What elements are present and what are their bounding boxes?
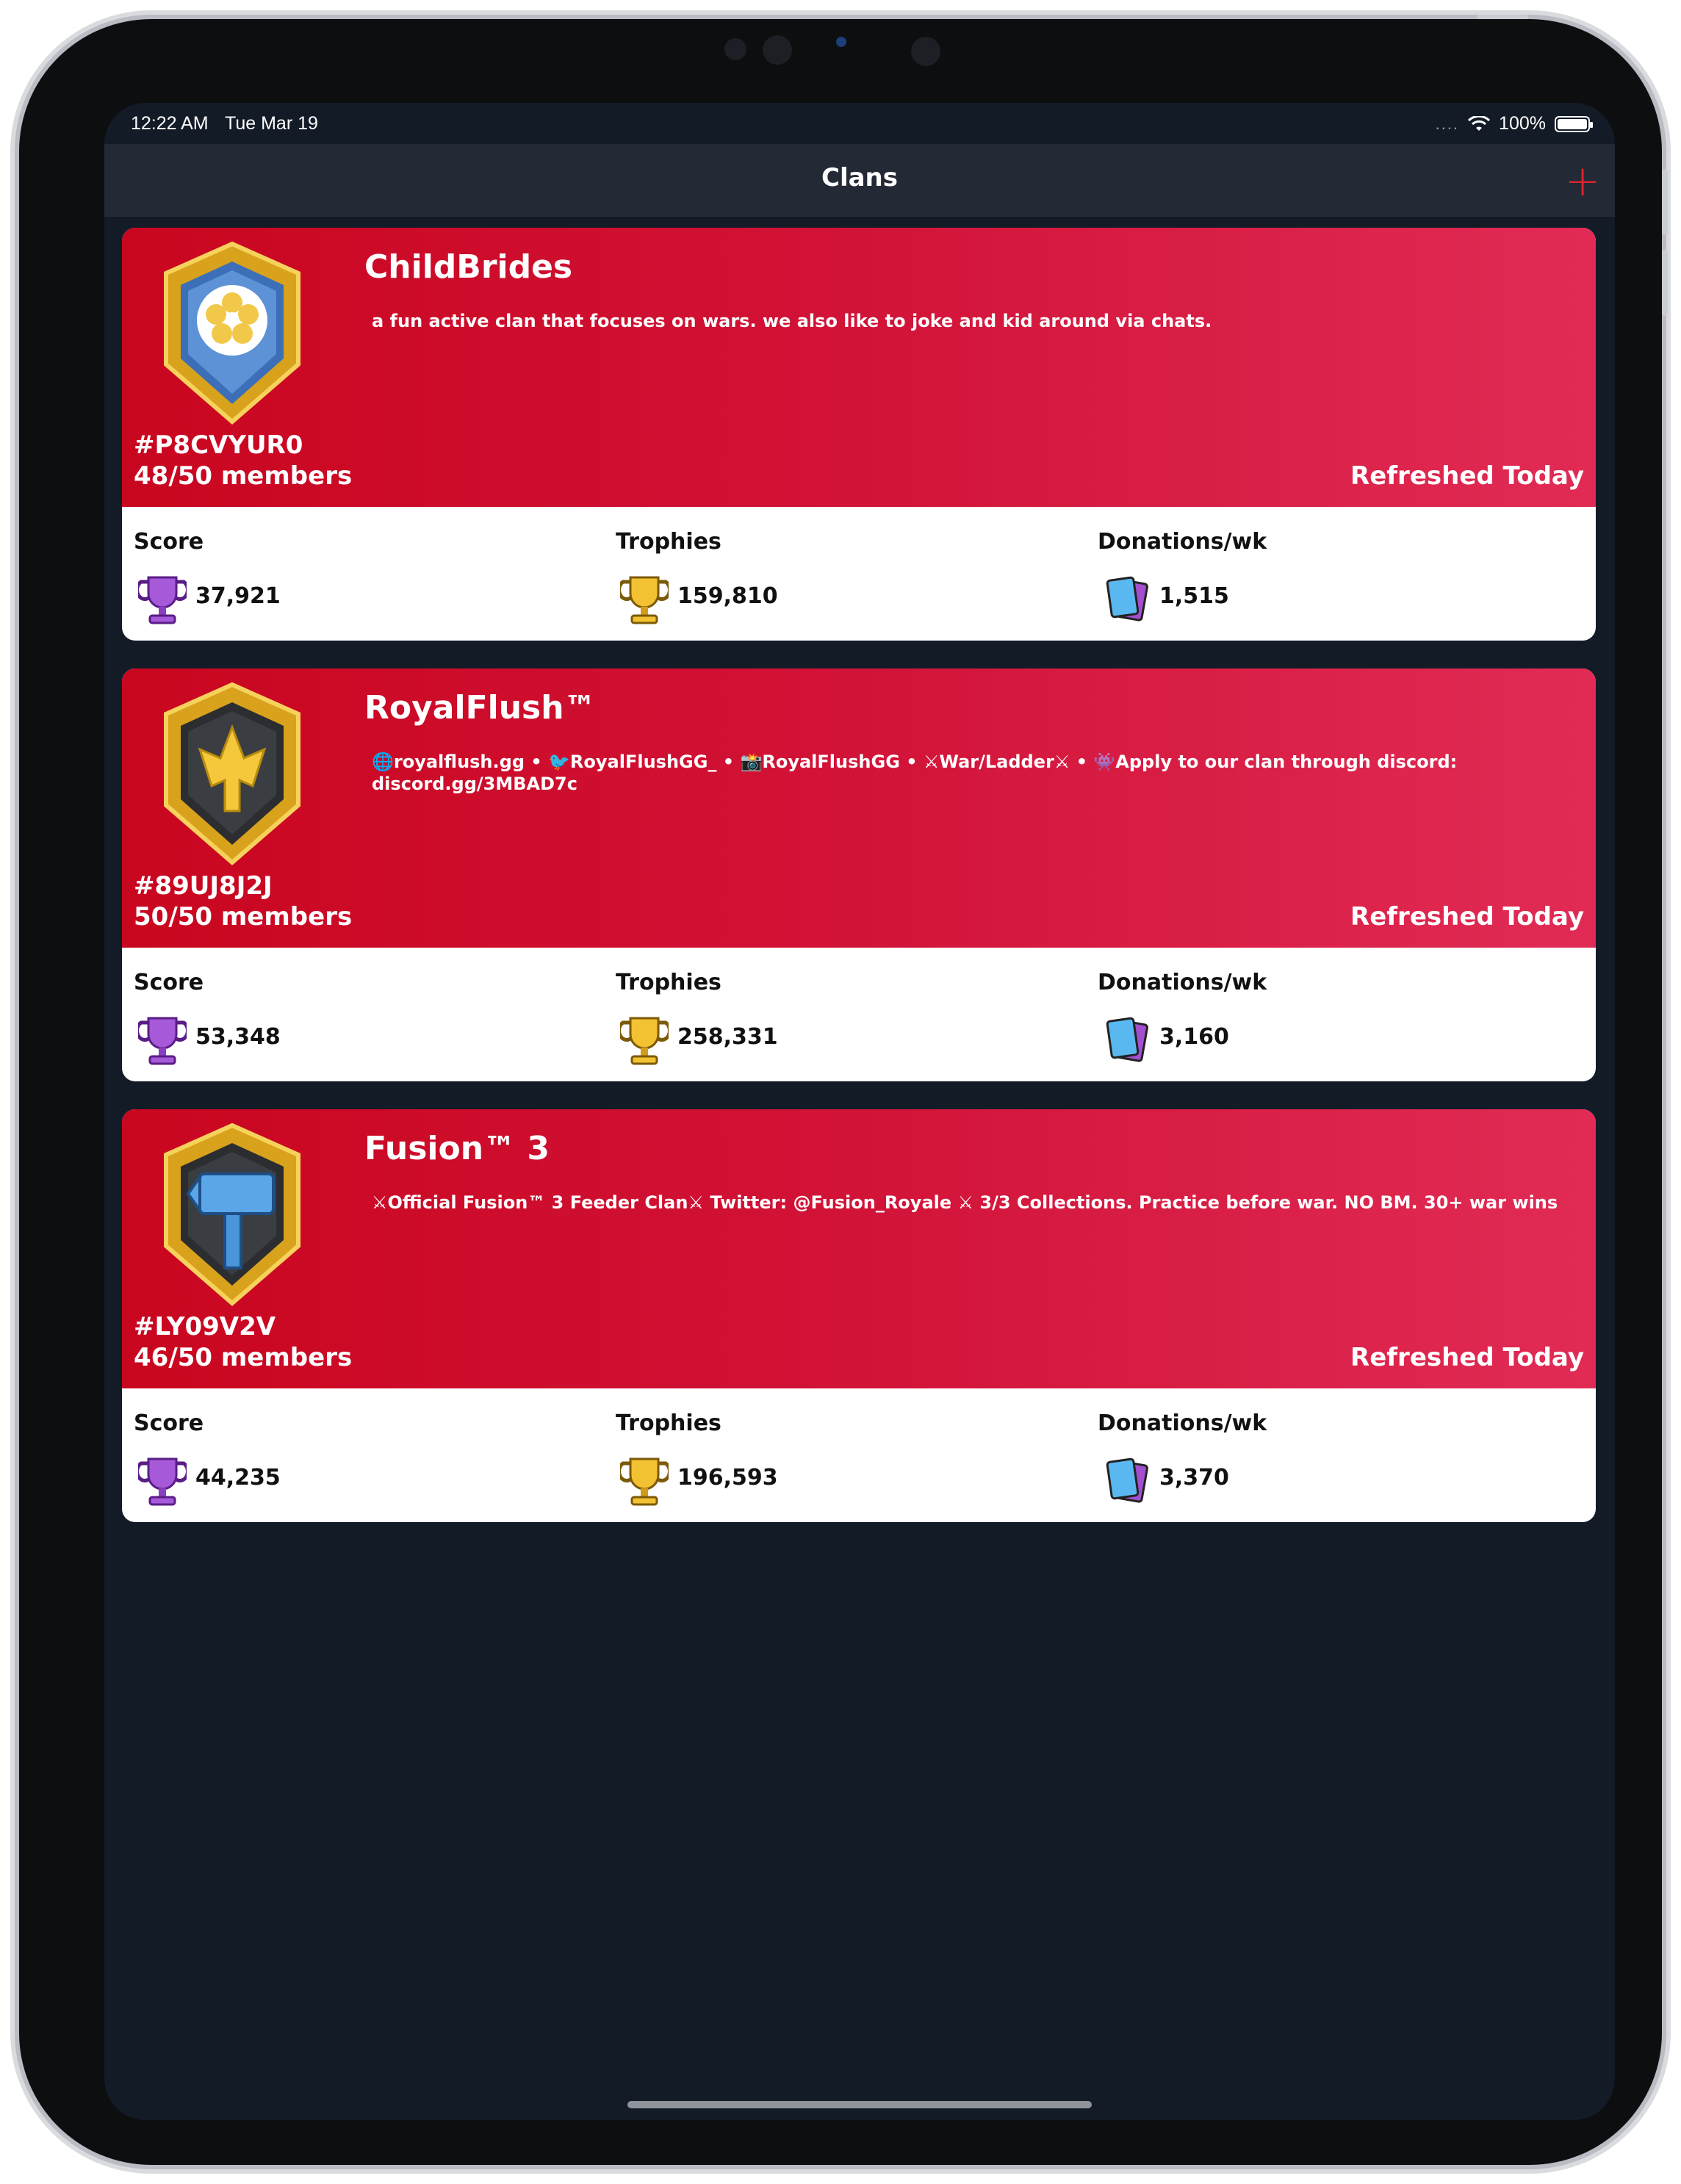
donations-label: Donations/wk: [1098, 1410, 1267, 1436]
clan-name: Fusion™ 3: [364, 1130, 550, 1167]
trophies-value: 258,331: [677, 1024, 778, 1050]
status-bar: 12:22 AM Tue Mar 19 .... 100%: [104, 103, 1615, 144]
score-label: Score: [134, 970, 204, 995]
home-indicator[interactable]: [627, 2101, 1092, 2108]
clan-description: a fun active clan that focuses on wars. …: [372, 311, 1212, 331]
refreshed-label: Refreshed Today: [1350, 902, 1584, 931]
donations-stat: Donations/wk 3,370: [1086, 1388, 1571, 1522]
status-right: .... 100%: [1435, 113, 1593, 134]
gold-trophy-icon: [620, 576, 669, 624]
clan-name: ChildBrides: [364, 248, 573, 286]
screen: 12:22 AM Tue Mar 19 .... 100% Clans + Ch…: [104, 103, 1615, 2120]
navigation-bar: Clans +: [104, 144, 1615, 218]
clan-card-header: Fusion™ 3 ⚔Official Fusion™ 3 Feeder Cla…: [122, 1109, 1596, 1388]
battery-percent: 100%: [1499, 113, 1546, 134]
flower-badge-icon: [164, 241, 300, 425]
side-button: [1662, 169, 1668, 235]
camera-dot: [911, 37, 940, 66]
gold-trophy-icon: [620, 1017, 669, 1065]
purple-trophy-icon: [138, 1457, 187, 1506]
add-clan-button[interactable]: +: [1563, 159, 1602, 202]
wifi-icon: [1468, 115, 1491, 131]
status-time: 12:22 AM: [131, 113, 209, 134]
donations-value: 3,160: [1159, 1024, 1229, 1050]
status-date: Tue Mar 19: [225, 113, 318, 134]
clan-tag: #P8CVYUR0: [134, 430, 303, 460]
score-stat: Score 53,348: [122, 948, 607, 1081]
score-value: 44,235: [195, 1465, 281, 1491]
trophies-stat: Trophies 196,593: [604, 1388, 1089, 1522]
donations-label: Donations/wk: [1098, 970, 1267, 995]
clan-members: 46/50 members: [134, 1343, 353, 1372]
ipad-frame: 12:22 AM Tue Mar 19 .... 100% Clans + Ch…: [19, 19, 1662, 2165]
clan-description: 🌐royalflush.gg • 🐦RoyalFlushGG_ • 📸Royal…: [372, 752, 1458, 794]
clan-card-header: RoyalFlush™ 🌐royalflush.gg • 🐦RoyalFlush…: [122, 668, 1596, 948]
donations-value: 3,370: [1159, 1465, 1229, 1491]
trophies-stat: Trophies 258,331: [604, 948, 1089, 1081]
score-value: 53,348: [195, 1024, 281, 1050]
hammer-badge-icon: [164, 1122, 300, 1306]
clan-card[interactable]: RoyalFlush™ 🌐royalflush.gg • 🐦RoyalFlush…: [122, 668, 1596, 1081]
donations-label: Donations/wk: [1098, 529, 1267, 555]
trophies-stat: Trophies 159,810: [604, 507, 1089, 641]
battery-icon: [1555, 115, 1593, 132]
purple-trophy-icon: [138, 1017, 187, 1065]
clan-card-header: ChildBrides a fun active clan that focus…: [122, 228, 1596, 507]
refreshed-label: Refreshed Today: [1350, 1343, 1584, 1372]
trophies-value: 196,593: [677, 1465, 778, 1491]
clan-card[interactable]: ChildBrides a fun active clan that focus…: [122, 228, 1596, 641]
cards-icon: [1106, 576, 1148, 621]
clan-tag: #LY09V2V: [134, 1312, 276, 1341]
donations-stat: Donations/wk 3,160: [1086, 948, 1571, 1081]
camera-dot: [724, 38, 746, 60]
clan-name: RoyalFlush™: [364, 689, 597, 727]
top-button: [1477, 15, 1528, 19]
cards-icon: [1106, 1457, 1148, 1503]
camera-dot: [836, 37, 846, 47]
score-stat: Score 37,921: [122, 507, 607, 641]
cellular-dots-icon: ....: [1435, 114, 1460, 133]
gold-trophy-icon: [620, 1457, 669, 1506]
clan-card[interactable]: Fusion™ 3 ⚔Official Fusion™ 3 Feeder Cla…: [122, 1109, 1596, 1522]
clan-members: 48/50 members: [134, 461, 353, 491]
refreshed-label: Refreshed Today: [1350, 461, 1584, 491]
donations-value: 1,515: [1159, 583, 1229, 609]
donations-stat: Donations/wk 1,515: [1086, 507, 1571, 641]
clan-tag: #89UJ8J2J: [134, 871, 273, 901]
page-title: Clans: [821, 163, 898, 192]
trophies-value: 159,810: [677, 583, 778, 609]
score-label: Score: [134, 1410, 204, 1436]
camera-lens: [763, 35, 792, 65]
score-label: Score: [134, 529, 204, 555]
score-value: 37,921: [195, 583, 281, 609]
trophies-label: Trophies: [616, 529, 721, 555]
side-button: [1662, 250, 1668, 316]
clan-members: 50/50 members: [134, 902, 353, 931]
trophies-label: Trophies: [616, 1410, 721, 1436]
trophies-label: Trophies: [616, 970, 721, 995]
purple-trophy-icon: [138, 576, 187, 624]
crown-badge-icon: [164, 682, 300, 865]
clan-description: ⚔Official Fusion™ 3 Feeder Clan⚔ Twitter…: [372, 1192, 1558, 1213]
cards-icon: [1106, 1017, 1148, 1062]
score-stat: Score 44,235: [122, 1388, 607, 1522]
